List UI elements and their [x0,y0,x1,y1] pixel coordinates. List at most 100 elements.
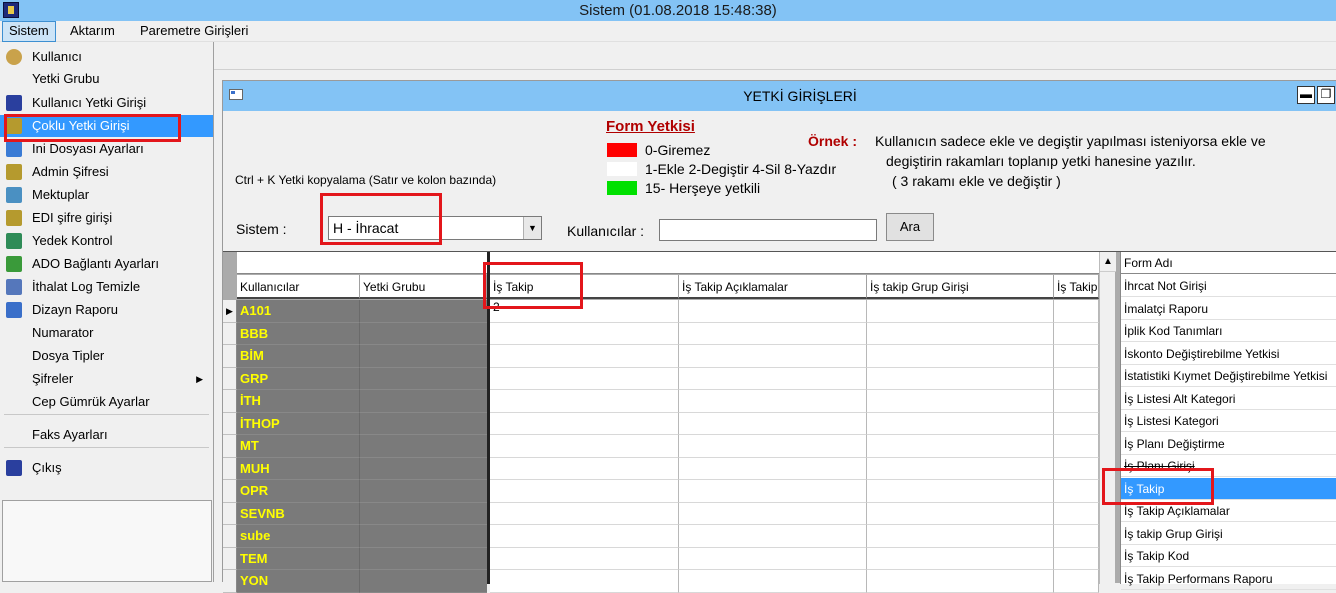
user-cell[interactable]: İTH [237,390,360,413]
yetki-grubu-cell[interactable] [360,322,487,345]
form-list-item[interactable]: İş Listesi Alt Kategori [1121,388,1336,410]
row-indicator[interactable] [223,390,237,413]
yetki-grubu-cell[interactable] [360,435,487,458]
yetki-grubu-cell[interactable] [360,345,487,368]
form-list-item[interactable]: İş Planı Değiştirme [1121,433,1336,455]
permission-cell[interactable] [679,525,867,548]
user-cell[interactable]: MT [237,435,360,458]
permission-cell[interactable] [490,435,679,458]
form-list-item[interactable]: İş Listesi Kategori [1121,410,1336,432]
permission-cell[interactable] [679,412,867,435]
yetki-grubu-cell[interactable] [360,547,487,570]
permission-cell[interactable] [1054,525,1099,548]
user-cell[interactable]: TEM [237,547,360,570]
menu-sistem[interactable]: Sistem [2,21,56,42]
permission-cell[interactable] [490,345,679,368]
permission-cell[interactable] [1054,457,1099,480]
menu-item-0[interactable]: Kullanıcı [0,46,213,68]
permission-cell[interactable] [1054,300,1099,323]
permission-cell[interactable] [490,412,679,435]
permission-cell[interactable] [1054,502,1099,525]
menu-item-12[interactable]: Numarator [0,322,213,344]
menu-item-11[interactable]: Dizayn Raporu [0,299,213,321]
permission-cell[interactable] [679,345,867,368]
menu-item-2[interactable]: Kullanıcı Yetki Girişi [0,92,213,114]
permission-cell[interactable] [867,367,1054,390]
permission-cell[interactable] [867,525,1054,548]
permission-cell[interactable] [679,502,867,525]
row-indicator[interactable] [223,367,237,390]
form-list-item[interactable]: İş Planı Girişi [1121,455,1336,477]
permission-cell[interactable] [679,300,867,323]
menu-item-1[interactable]: Yetki Grubu [0,68,213,90]
column-header-is-takip-grup-girisi[interactable]: İş takip Grup Girişi [867,275,1054,299]
permission-cell[interactable] [679,322,867,345]
form-list-item[interactable]: İhrcat Not Girişi [1121,275,1336,297]
menu-item-13[interactable]: Dosya Tipler [0,345,213,367]
menu-item-7[interactable]: EDI şifre girişi [0,207,213,229]
row-indicator[interactable]: ▶ [223,300,237,323]
chevron-down-icon[interactable]: ▼ [523,217,541,239]
yetki-grubu-cell[interactable] [360,457,487,480]
permission-cell[interactable] [867,480,1054,503]
permission-cell[interactable] [1054,480,1099,503]
column-header-is-takip-aciklamalar[interactable]: İş Takip Açıklamalar [679,275,867,299]
form-list[interactable]: Form Adı İhrcat Not Girişi İmalatçi Rapor… [1120,252,1336,590]
permission-cell[interactable] [490,390,679,413]
form-list-item[interactable]: İstatistiki Kıymet Değiştirebilme Yetkis… [1121,365,1336,387]
form-list-item[interactable]: İplik Kod Tanımları [1121,320,1336,342]
permission-cell[interactable] [867,322,1054,345]
permission-cell[interactable] [679,480,867,503]
menu-item-4[interactable]: Ini Dosyası Ayarları [0,138,213,160]
row-indicator[interactable] [223,345,237,368]
permission-cell[interactable] [867,502,1054,525]
user-cell[interactable]: YON [237,570,360,593]
form-list-item[interactable]: İş Takip [1121,477,1336,500]
permission-cell[interactable] [490,525,679,548]
permission-cell[interactable] [867,345,1054,368]
user-cell[interactable]: A101 [237,300,360,323]
yetki-grubu-cell[interactable] [360,502,487,525]
row-indicator[interactable] [223,502,237,525]
form-list-item[interactable]: İş Takip Açıklamalar [1121,500,1336,522]
menu-item-10[interactable]: İthalat Log Temizle [0,276,213,298]
yetki-grubu-cell[interactable] [360,412,487,435]
menu-parametre-girisleri[interactable]: Paremetre Girişleri [134,21,254,42]
user-cell[interactable]: SEVNB [237,502,360,525]
user-cell[interactable]: OPR [237,480,360,503]
permission-cell[interactable] [1054,390,1099,413]
column-header-yetki-grubu[interactable]: Yetki Grubu [360,275,487,299]
permission-cell[interactable] [679,390,867,413]
menu-item-3[interactable]: Çoklu Yetki Girişi [0,115,213,137]
form-list-item[interactable]: İmalatçi Raporu [1121,298,1336,320]
permission-cell[interactable] [867,547,1054,570]
yetki-grubu-cell[interactable] [360,525,487,548]
grid-vertical-scrollbar[interactable]: ▲ [1099,252,1116,584]
row-indicator[interactable] [223,547,237,570]
minimize-button[interactable]: ▬ [1297,86,1315,104]
permission-cell[interactable] [1054,435,1099,458]
user-cell[interactable]: GRP [237,367,360,390]
permission-cell[interactable] [1054,322,1099,345]
yetki-grubu-cell[interactable] [360,367,487,390]
menu-item-6[interactable]: Mektuplar [0,184,213,206]
permission-cell[interactable] [867,300,1054,323]
menu-item-14[interactable]: Şifreler ▶ [0,368,213,390]
menu-item-15[interactable]: Cep Gümrük Ayarlar [0,391,213,413]
menu-item-5[interactable]: Admin Şifresi [0,161,213,183]
column-header-users[interactable]: Kullanıcılar [237,275,360,299]
row-indicator[interactable] [223,435,237,458]
user-cell[interactable]: sube [237,525,360,548]
menu-aktarim[interactable]: Aktarım [64,21,121,42]
menu-item-9[interactable]: ADO Bağlantı Ayarları [0,253,213,275]
permission-cell[interactable] [1054,412,1099,435]
permission-cell[interactable] [490,570,679,593]
row-indicator[interactable] [223,525,237,548]
search-button[interactable]: Ara [886,213,934,241]
row-indicator[interactable] [223,570,237,593]
yetki-grubu-cell[interactable] [360,570,487,593]
permission-cell[interactable] [679,547,867,570]
yetki-grubu-cell[interactable] [360,480,487,503]
row-indicator[interactable] [223,412,237,435]
permission-cell[interactable] [867,457,1054,480]
